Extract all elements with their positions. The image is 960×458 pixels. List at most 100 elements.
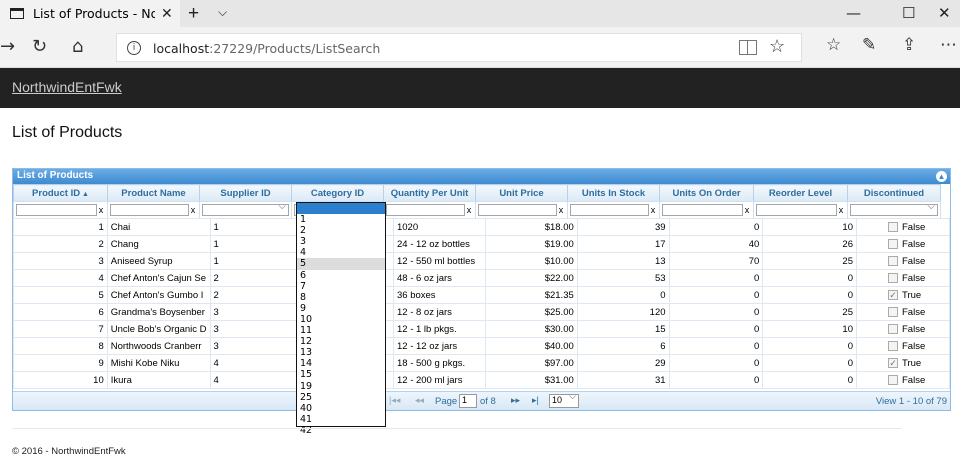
home-icon[interactable]: ⌂ <box>72 36 83 57</box>
clear-filter-icon[interactable]: x <box>97 205 105 215</box>
column-header[interactable]: Units On Order <box>659 184 754 202</box>
filter-input[interactable] <box>478 204 557 216</box>
discontinued-label: False <box>902 221 926 233</box>
dropdown-option[interactable]: 4 <box>297 247 385 258</box>
dropdown-option[interactable]: 8 <box>297 292 385 303</box>
clear-filter-icon[interactable]: x <box>557 205 565 215</box>
filter-input[interactable] <box>756 204 837 216</box>
filter-input[interactable] <box>570 204 649 216</box>
column-header[interactable]: Unit Price <box>475 184 568 202</box>
dropdown-option[interactable]: 1 <box>297 214 385 225</box>
discontinued-checkbox[interactable] <box>888 238 898 249</box>
table-row[interactable]: 5 Chef Anton's Gumbo I 2 36 boxes $21.35 0 0 0 ✓… <box>13 286 950 304</box>
filter-select[interactable] <box>202 201 289 216</box>
dropdown-option[interactable]: 7 <box>297 281 385 292</box>
collapse-icon[interactable]: ▲ <box>936 171 947 182</box>
table-row[interactable]: 2 Chang 1 24 - 12 oz bottles $19.00 17 40 26 Fal… <box>13 235 950 253</box>
table-row[interactable]: 6 Grandma's Boysenber 3 12 - 8 oz jars $25.0… <box>13 303 950 321</box>
column-header[interactable]: Supplier ID <box>199 184 292 202</box>
filter-input[interactable] <box>16 204 97 216</box>
new-tab-icon[interactable]: + <box>188 3 199 25</box>
column-header[interactable]: Units In Stock <box>567 184 660 202</box>
first-page-icon[interactable]: |◂◂ <box>389 395 400 406</box>
close-window-icon[interactable]: ✕ <box>938 4 951 22</box>
dropdown-option[interactable]: 11 <box>297 325 385 336</box>
dropdown-option[interactable]: 12 <box>297 336 385 347</box>
discontinued-checkbox[interactable] <box>888 221 898 232</box>
column-header[interactable]: Reorder Level <box>753 184 848 202</box>
discontinued-checkbox[interactable]: ✓ <box>888 289 898 300</box>
minimize-icon[interactable]: — <box>846 4 861 22</box>
clear-filter-icon[interactable]: x <box>465 205 473 215</box>
discontinued-checkbox[interactable] <box>888 323 898 334</box>
filter-input[interactable] <box>386 204 465 216</box>
dropdown-option[interactable]: 5 <box>297 258 385 270</box>
favorites-list-icon[interactable]: ☆ <box>826 35 841 55</box>
pen-icon[interactable]: ✎ <box>862 35 876 55</box>
table-row[interactable]: 10 Ikura 4 12 - 200 ml jars $31.00 31 0 0 False <box>13 371 950 389</box>
filter-select[interactable] <box>850 201 938 216</box>
close-tab-icon[interactable]: ✕ <box>161 5 173 22</box>
table-row[interactable]: 4 Chef Anton's Cajun Se 2 48 - 6 oz jars $22… <box>13 269 950 287</box>
dropdown-option[interactable]: 9 <box>297 303 385 314</box>
discontinued-checkbox[interactable] <box>888 272 898 283</box>
dropdown-option[interactable]: 40 <box>297 403 385 414</box>
discontinued-checkbox[interactable]: ✓ <box>888 357 898 368</box>
dropdown-option[interactable]: 10 <box>297 314 385 325</box>
favorite-star-icon[interactable]: ☆ <box>769 36 785 57</box>
table-row[interactable]: 9 Mishi Kobe Niku 4 18 - 500 g pkgs. $97.00 2… <box>13 354 950 372</box>
column-header[interactable]: Product ID ▲ <box>13 184 108 202</box>
table-row[interactable]: 8 Northwoods Cranberr 3 12 - 12 oz jars $40.… <box>13 337 950 355</box>
dropdown-option[interactable]: 2 <box>297 225 385 236</box>
next-page-icon[interactable]: ▸▸ <box>511 395 520 406</box>
column-header[interactable]: Category ID <box>291 184 384 202</box>
page-number-input[interactable]: 1 <box>459 394 477 408</box>
chevron-down-icon[interactable]: ⌵ <box>218 5 227 20</box>
dropdown-option[interactable]: 14 <box>297 358 385 369</box>
url-text[interactable]: localhost:27229/Products/ListSearch <box>153 41 380 56</box>
category-id-dropdown[interactable]: 1 2 3 4 5 6 7 8 9 10 11 12 13 14 15 19 25 40 41 42 <box>296 202 386 436</box>
clear-filter-icon[interactable]: x <box>743 205 751 215</box>
info-icon[interactable]: i <box>127 41 141 55</box>
maximize-icon[interactable]: ☐ <box>902 4 915 22</box>
url-field[interactable]: i localhost:27229/Products/ListSearch ☆ <box>116 33 802 62</box>
column-header[interactable]: Quantity Per Unit <box>383 184 476 202</box>
more-icon[interactable]: ⋯ <box>940 35 957 55</box>
dropdown-option[interactable]: 25 <box>297 392 385 403</box>
page-size-select[interactable]: 10 <box>549 391 579 408</box>
discontinued-checkbox[interactable] <box>888 306 898 317</box>
column-header[interactable]: Product Name <box>107 184 200 202</box>
filter-input[interactable] <box>662 204 743 216</box>
share-icon[interactable]: ⇪ <box>902 35 916 55</box>
dropdown-option[interactable] <box>297 203 385 215</box>
filter-wrapper: x <box>16 204 105 216</box>
refresh-icon[interactable]: ↻ <box>32 36 47 57</box>
table-row[interactable]: 3 Aniseed Syrup 1 12 - 550 ml bottles $10.00… <box>13 252 950 270</box>
table-cell: 17 <box>576 235 670 253</box>
filter-input[interactable] <box>110 204 189 216</box>
dropdown-option[interactable]: 6 <box>297 270 385 281</box>
last-page-icon[interactable]: ▸| <box>532 395 539 406</box>
table-row[interactable]: 1 Chai 1 1020 $18.00 39 0 10 False <box>13 218 950 236</box>
reading-view-icon[interactable] <box>739 40 757 55</box>
browser-tab[interactable]: List of Products - North ✕ <box>0 0 180 27</box>
column-header[interactable]: Discontinued <box>847 184 941 202</box>
dropdown-option[interactable]: 15 <box>297 369 385 380</box>
dropdown-option[interactable]: 3 <box>297 236 385 247</box>
dropdown-option[interactable]: 42 <box>297 425 385 436</box>
discontinued-checkbox[interactable] <box>888 255 898 266</box>
clear-filter-icon[interactable]: x <box>189 205 197 215</box>
discontinued-checkbox[interactable] <box>888 340 898 351</box>
brand-link[interactable]: NorthwindEntFwk <box>12 79 122 95</box>
clear-filter-icon[interactable]: x <box>837 205 845 215</box>
back-icon[interactable]: → <box>0 36 15 57</box>
discontinued-label: True <box>902 357 922 369</box>
prev-page-icon[interactable]: ◂◂ <box>415 395 424 406</box>
discontinued-checkbox[interactable] <box>888 374 898 385</box>
dropdown-option[interactable]: 13 <box>297 347 385 358</box>
clear-filter-icon[interactable]: x <box>649 205 657 215</box>
table-row[interactable]: 7 Uncle Bob's Organic D 3 12 - 1 lb pkgs. $3… <box>13 320 950 338</box>
grid-caption: List of Products <box>17 170 94 181</box>
dropdown-option[interactable]: 41 <box>297 414 385 425</box>
dropdown-option[interactable]: 19 <box>297 381 385 392</box>
